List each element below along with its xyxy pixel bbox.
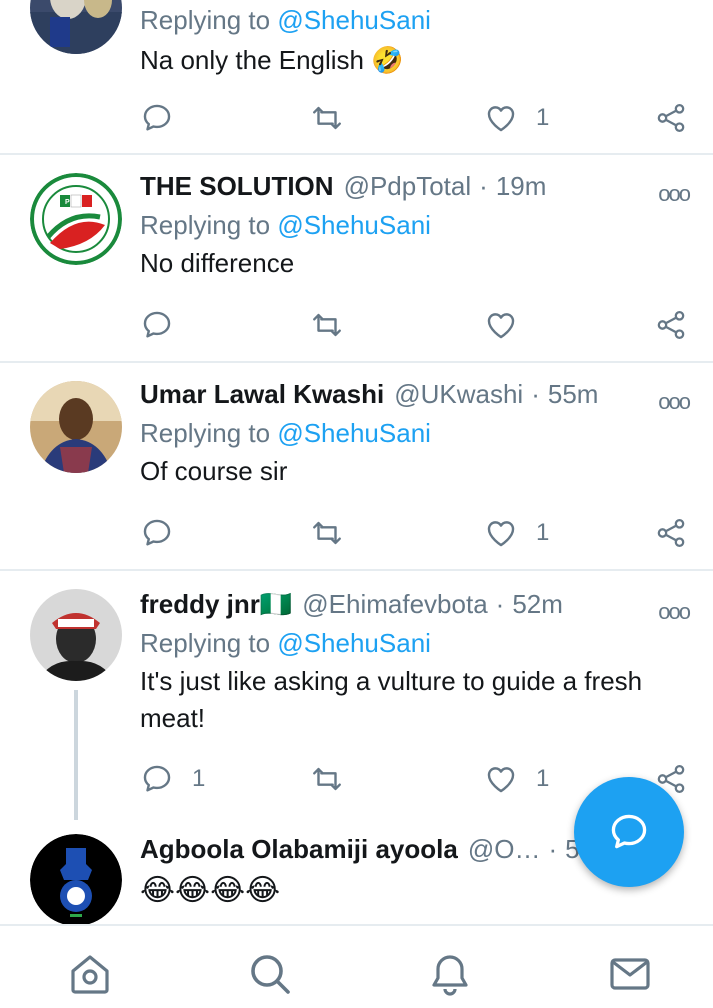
more-options-icon[interactable]: ooo [658,599,691,625]
retweet-icon [313,313,341,337]
retweet-icon [313,106,341,130]
share-button[interactable] [654,513,688,553]
share-button[interactable] [654,98,688,138]
reply-icon [143,104,171,131]
replying-to-label: Replying to [140,210,278,240]
replying-to: Replying to @ShehuSani [140,623,693,663]
mention-link[interactable]: @ShehuSani [277,628,431,658]
like-button[interactable]: 1 [484,513,549,553]
share-button[interactable] [654,305,688,345]
retweet-icon [313,767,341,791]
display-name[interactable]: Umar Lawal Kwashi [140,379,384,410]
tweet-actions: 1 [140,513,700,553]
avatar[interactable] [30,0,122,54]
avatar[interactable] [30,834,122,926]
replying-to: Replying to @ShehuSani [140,413,693,453]
replying-to-label: Replying to [140,5,278,35]
tweet-header: Umar Lawal Kwashi @UKwashi · 55m [140,379,693,413]
user-handle[interactable]: @Ehimafevbota [302,589,487,620]
replying-to-label: Replying to [140,418,278,448]
home-icon [71,955,109,994]
tweet-text: It's just like asking a vulture to guide… [140,666,643,733]
retweet-button[interactable] [310,98,344,138]
heart-icon [487,521,515,547]
like-button[interactable]: 1 [484,759,549,799]
svg-text:P: P [65,199,70,206]
separator-dot: · [548,834,558,864]
reply-button[interactable] [140,513,174,553]
user-handle[interactable]: @UKwashi [394,379,523,410]
avatar[interactable]: P [30,173,122,265]
reply-button[interactable] [140,305,174,345]
separator-dot: · [531,379,540,409]
tweet[interactable]: P THE SOLUTION @PdpTotal · 19m ooo Reply… [0,155,713,361]
reply-icon [143,311,171,338]
mention-link[interactable]: @ShehuSani [277,418,431,448]
display-name[interactable]: THE SOLUTION [140,171,334,202]
more-options-icon[interactable]: ooo [658,181,691,207]
retweet-button[interactable] [310,513,344,553]
reply-button[interactable]: 1 [140,759,205,799]
tweet-header: freddy jnr🇳🇬 @Ehimafevbota · 52m [140,589,693,623]
heart-icon [487,313,515,339]
tweet-header: THE SOLUTION @PdpTotal · 19m [140,171,693,205]
separator-dot: · [495,589,505,619]
retweet-icon [313,521,341,545]
reply-icon [143,519,171,546]
tweet[interactable]: Replying to @ShehuSani Na only the Engli… [0,0,713,155]
replying-to: Replying to @ShehuSani [140,0,693,40]
tweet-text: Of course sir [140,456,288,486]
retweet-button[interactable] [310,305,344,345]
compose-reply-button[interactable] [574,777,684,887]
display-name[interactable]: freddy jnr🇳🇬 [140,589,292,620]
tweet-text: No difference [140,248,295,278]
share-icon [657,518,685,548]
like-count: 1 [536,519,550,546]
replying-to-label: Replying to [140,628,278,658]
like-button[interactable] [484,305,518,345]
display-name[interactable]: Agboola Olabamiji ayoola [140,834,458,865]
tweet-actions [140,305,700,345]
timestamp: 52m [512,589,563,619]
retweet-button[interactable] [310,759,344,799]
messages-icon [610,958,650,990]
reply-compose-icon [611,814,647,849]
tweet-text: Na only the English 🤣 [140,45,404,75]
like-count: 1 [536,104,550,131]
more-options-icon[interactable]: ooo [658,389,691,415]
mention-link[interactable]: @ShehuSani [277,5,431,35]
avatar[interactable] [30,381,122,473]
reply-button[interactable] [140,98,174,138]
share-icon [657,103,685,133]
bottom-navigation [0,924,713,1008]
avatar[interactable] [30,589,122,681]
nav-messages[interactable] [606,950,654,998]
thread-connector-line [74,690,78,820]
replying-to: Replying to @ShehuSani [140,205,693,245]
like-button[interactable]: 1 [484,98,549,138]
heart-icon [487,767,515,793]
reply-count: 1 [192,765,206,792]
reply-icon [143,765,171,792]
user-handle[interactable]: @PdpTotal [344,171,472,202]
nav-search[interactable] [246,950,294,998]
nav-home[interactable] [66,950,114,998]
nav-notifications[interactable] [426,950,474,998]
heart-icon [487,106,515,132]
tweet-actions: 1 [140,98,700,138]
timestamp: 55m [547,379,599,409]
tweet[interactable]: Umar Lawal Kwashi @UKwashi · 55m ooo Rep… [0,363,713,569]
timestamp: 19m [495,171,547,201]
like-count: 1 [536,765,550,792]
search-icon [251,955,290,994]
mention-link[interactable]: @ShehuSani [277,210,431,240]
share-icon [657,310,685,340]
separator-dot: · [479,171,488,201]
user-handle[interactable]: @O… [468,834,541,865]
notifications-icon [432,955,468,996]
